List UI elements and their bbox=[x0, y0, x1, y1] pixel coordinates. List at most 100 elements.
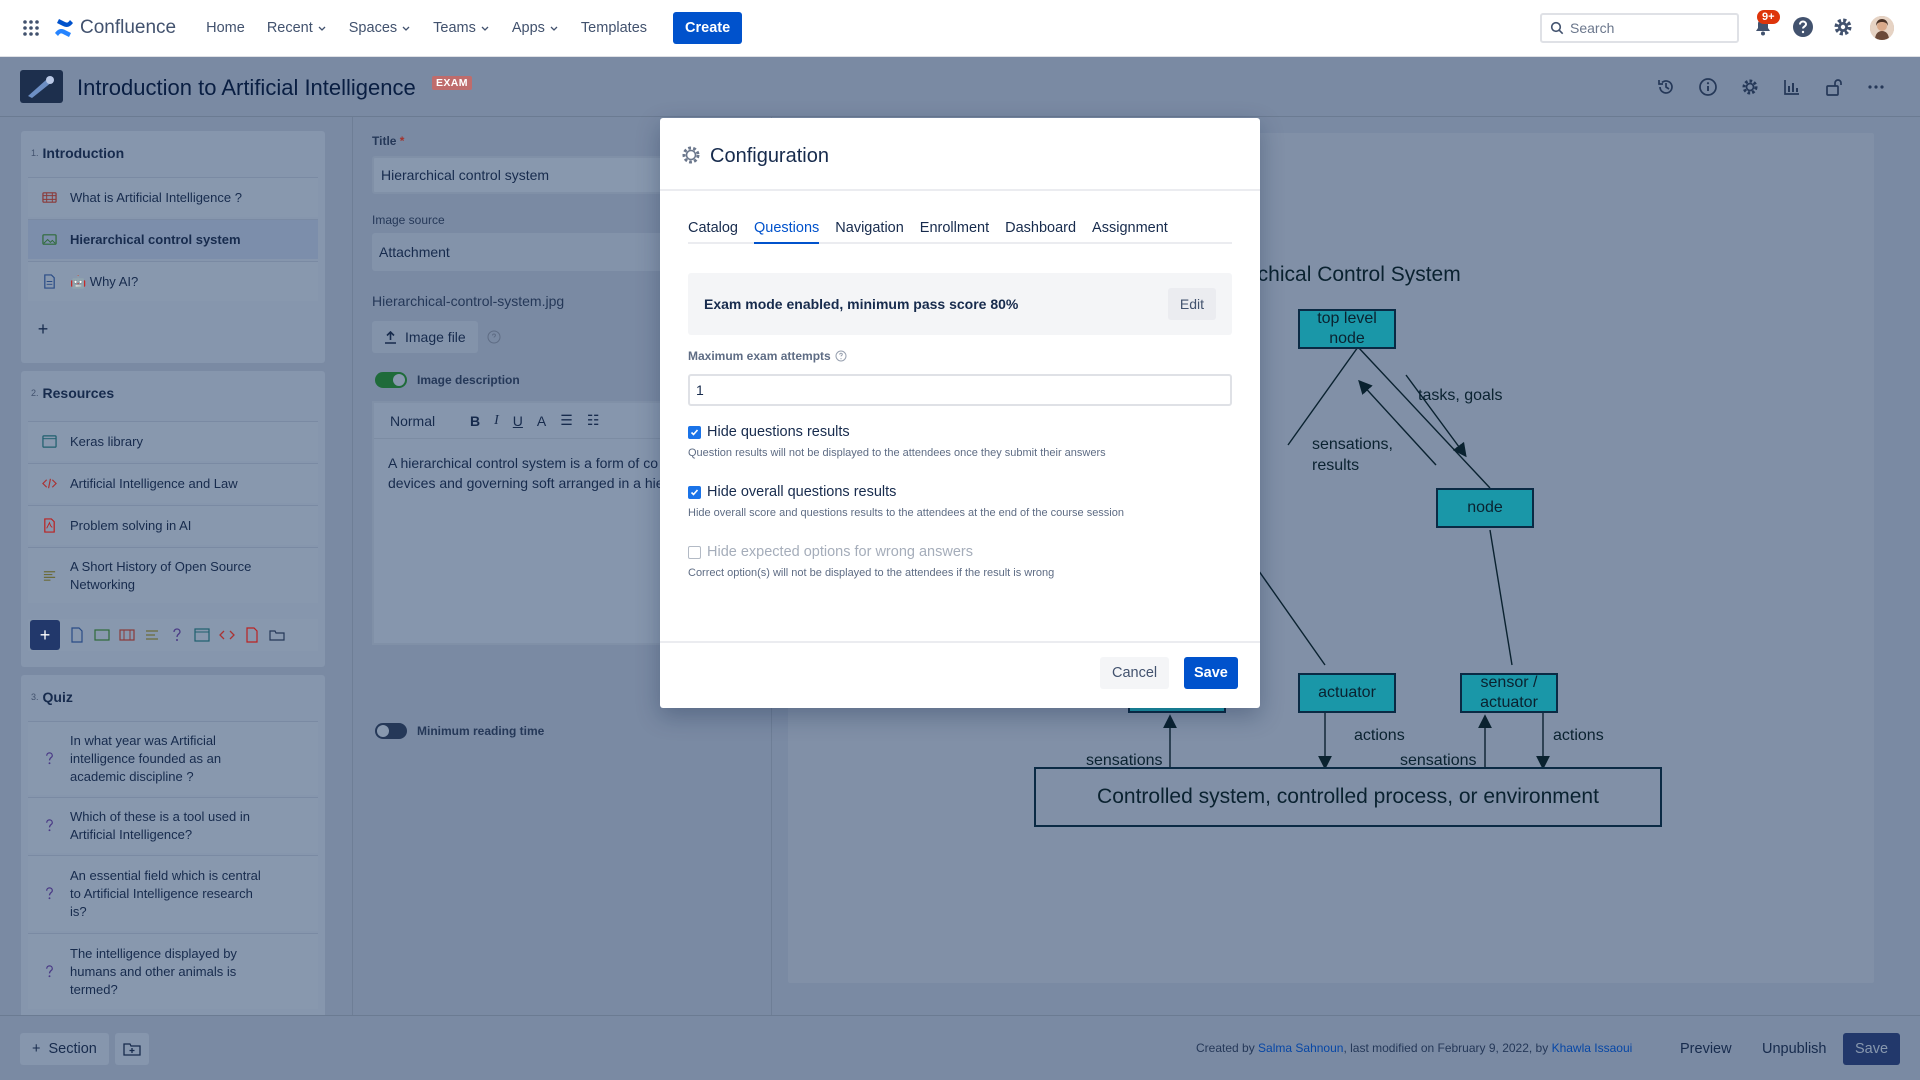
plus-icon: + bbox=[37, 318, 49, 339]
image-file-button[interactable]: Image file bbox=[372, 321, 478, 353]
add-content-button[interactable]: + bbox=[30, 620, 60, 650]
image-icon[interactable] bbox=[94, 627, 110, 643]
tab-assignment[interactable]: Assignment bbox=[1092, 220, 1168, 244]
history-button[interactable] bbox=[1656, 77, 1676, 97]
chevron-down-icon bbox=[318, 26, 326, 31]
sidebar-item-ai-law[interactable]: Artificial Intelligence and Law bbox=[28, 463, 318, 503]
sidebar-item-label: Which of these is a tool used in Artific… bbox=[70, 808, 250, 842]
sidebar-item-quiz-question[interactable]: An essential field which is central to A… bbox=[28, 855, 318, 931]
sidebar-item-quiz-question[interactable]: The intelligence displayed by humans and… bbox=[28, 933, 318, 1009]
add-item-button[interactable]: + bbox=[29, 315, 57, 343]
info-button[interactable] bbox=[1698, 77, 1718, 97]
web-icon[interactable] bbox=[194, 627, 210, 643]
nav-apps[interactable]: Apps bbox=[512, 20, 559, 36]
confluence-logo[interactable]: Confluence bbox=[54, 17, 176, 39]
save-button[interactable]: Save bbox=[1184, 657, 1238, 689]
app-switcher-icon[interactable] bbox=[22, 19, 40, 37]
nav-spaces[interactable]: Spaces bbox=[349, 20, 411, 36]
checkbox-hint: Correct option(s) will not be displayed … bbox=[688, 567, 1055, 579]
sidebar-item-keras[interactable]: Keras library bbox=[28, 421, 318, 461]
sidebar-item-quiz-question[interactable]: Which of these is a tool used in Artific… bbox=[28, 797, 318, 853]
diagram-label-sensations: sensations bbox=[1400, 752, 1477, 769]
hide-questions-results-checkbox[interactable]: Hide questions results bbox=[688, 424, 850, 440]
unlock-button[interactable] bbox=[1824, 77, 1844, 97]
image-file-label: Image file bbox=[405, 329, 466, 345]
document-icon[interactable] bbox=[69, 627, 85, 643]
more-options-button[interactable] bbox=[1866, 77, 1886, 97]
add-section-button[interactable]: + Section bbox=[20, 1033, 109, 1065]
folder-icon[interactable] bbox=[269, 627, 285, 643]
chevron-down-icon bbox=[402, 26, 410, 31]
sidebar-item-open-source-history[interactable]: A Short History of Open Source Networkin… bbox=[28, 547, 318, 603]
configuration-button[interactable] bbox=[1740, 77, 1760, 97]
section-title[interactable]: 1. Introduction bbox=[31, 145, 124, 161]
hide-overall-results-checkbox[interactable]: Hide overall questions results bbox=[688, 484, 896, 500]
numbered-list-icon[interactable]: ☷ bbox=[587, 412, 600, 429]
sidebar-item-label: In what year was Artificial intelligence… bbox=[70, 732, 222, 784]
course-outline-sidebar: 1. Introduction What is Artificial Intell… bbox=[0, 117, 352, 1035]
bold-icon[interactable]: B bbox=[470, 413, 480, 429]
pdf-icon[interactable] bbox=[244, 627, 260, 643]
exam-mode-text: Exam mode enabled, minimum pass score 80… bbox=[704, 296, 1019, 312]
diagram-node-right: node bbox=[1436, 488, 1534, 528]
sidebar-item-what-is-ai[interactable]: What is Artificial Intelligence ? bbox=[28, 177, 318, 217]
nav-recent[interactable]: Recent bbox=[267, 20, 327, 36]
nav-home[interactable]: Home bbox=[206, 20, 245, 36]
dialog-header: Configuration bbox=[660, 118, 1260, 191]
tab-dashboard[interactable]: Dashboard bbox=[1005, 220, 1076, 244]
format-select[interactable]: Normal bbox=[390, 413, 456, 429]
creator-link[interactable]: Salma Sahnoun bbox=[1258, 1041, 1343, 1055]
hide-expected-options-checkbox[interactable]: Hide expected options for wrong answers bbox=[688, 544, 973, 560]
help-icon[interactable] bbox=[487, 330, 501, 344]
footer-save-button[interactable]: Save bbox=[1843, 1033, 1901, 1065]
analytics-button[interactable] bbox=[1782, 77, 1802, 97]
section-title[interactable]: 3. Quiz bbox=[31, 689, 73, 705]
plus-icon: + bbox=[32, 1041, 41, 1057]
preview-button[interactable]: Preview bbox=[1668, 1033, 1744, 1065]
search-input[interactable]: Search bbox=[1540, 13, 1739, 43]
max-attempts-input[interactable]: 1 bbox=[688, 374, 1232, 406]
user-avatar-icon bbox=[1870, 16, 1894, 40]
checkbox-unchecked-icon bbox=[688, 545, 701, 559]
tab-enrollment[interactable]: Enrollment bbox=[920, 220, 989, 244]
help-button[interactable] bbox=[1792, 16, 1814, 38]
question-icon bbox=[46, 887, 53, 900]
code-icon[interactable] bbox=[219, 627, 235, 643]
modifier-link[interactable]: Khawla Issaoui bbox=[1552, 1041, 1633, 1055]
minimum-reading-toggle[interactable] bbox=[375, 723, 407, 739]
video-icon[interactable] bbox=[119, 627, 135, 643]
tab-catalog[interactable]: Catalog bbox=[688, 220, 738, 244]
create-button[interactable]: Create bbox=[673, 12, 743, 44]
bullet-list-icon[interactable]: ☰ bbox=[560, 412, 573, 429]
sidebar-item-hierarchical-control[interactable]: Hierarchical control system bbox=[28, 219, 318, 259]
section-title[interactable]: 2. Resources bbox=[31, 385, 114, 401]
italic-icon[interactable]: I bbox=[494, 413, 499, 429]
sidebar-item-label: The intelligence displayed by humans and… bbox=[70, 945, 237, 997]
search-placeholder: Search bbox=[1570, 20, 1615, 36]
sidebar-item-quiz-question[interactable]: In what year was Artificial intelligence… bbox=[28, 721, 318, 795]
question-icon[interactable] bbox=[169, 627, 185, 643]
sidebar-item-why-ai[interactable]: 🤖 Why AI? bbox=[28, 261, 318, 301]
avatar[interactable] bbox=[1870, 16, 1894, 40]
underline-icon[interactable]: U bbox=[513, 413, 523, 429]
sidebar-item-label: Keras library bbox=[70, 434, 143, 449]
tab-questions[interactable]: Questions bbox=[753, 220, 820, 244]
nav-teams[interactable]: Teams bbox=[433, 20, 490, 36]
unpublish-button[interactable]: Unpublish bbox=[1750, 1033, 1839, 1065]
settings-button[interactable] bbox=[1832, 16, 1854, 38]
cancel-button[interactable]: Cancel bbox=[1100, 657, 1170, 689]
sidebar-item-problem-solving[interactable]: Problem solving in AI bbox=[28, 505, 318, 545]
diagram-label-actions: actions bbox=[1354, 727, 1405, 744]
image-description-toggle[interactable] bbox=[375, 372, 407, 388]
diagram-label-sensations: sensations bbox=[1086, 752, 1163, 769]
edit-exam-mode-button[interactable]: Edit bbox=[1167, 288, 1216, 320]
tab-navigation[interactable]: Navigation bbox=[835, 220, 904, 244]
sidebar-item-label: Artificial Intelligence and Law bbox=[70, 476, 238, 491]
diagram-title: rarchical Control System bbox=[1232, 263, 1461, 286]
text-color-icon[interactable]: A bbox=[537, 413, 546, 429]
nav-templates[interactable]: Templates bbox=[581, 20, 647, 36]
section-number: 1. bbox=[31, 148, 39, 158]
add-folder-button[interactable] bbox=[115, 1033, 149, 1065]
help-icon[interactable] bbox=[835, 350, 847, 362]
text-icon[interactable] bbox=[144, 627, 160, 643]
